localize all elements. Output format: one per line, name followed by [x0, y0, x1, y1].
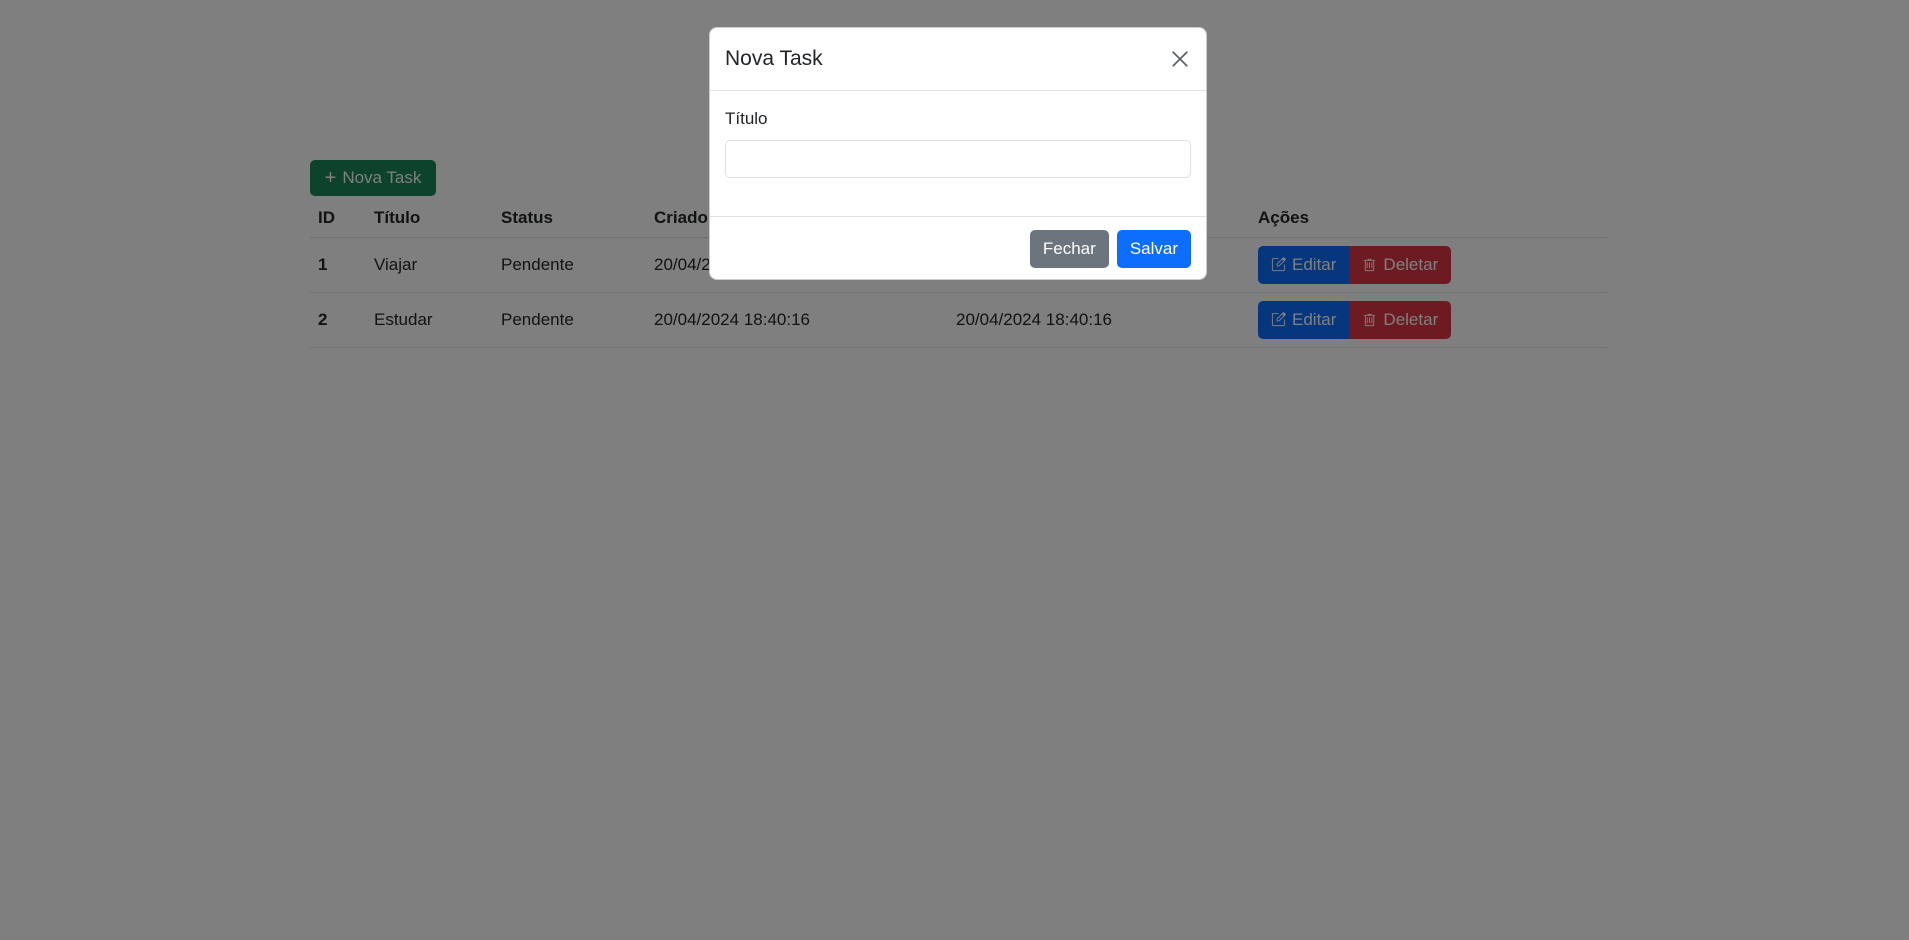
modal-header: Nova Task	[710, 28, 1206, 91]
modal-body: Título	[710, 91, 1206, 216]
save-button[interactable]: Salvar	[1116, 229, 1191, 268]
modal-title: Nova Task	[725, 47, 823, 70]
close-button[interactable]: Fechar	[1029, 229, 1109, 268]
new-task-modal: Nova Task Título Fechar Salvar	[709, 27, 1207, 280]
title-field-label: Título	[725, 109, 768, 128]
close-icon	[1172, 51, 1188, 67]
modal-close-button[interactable]	[1169, 48, 1191, 70]
modal-footer: Fechar Salvar	[710, 216, 1206, 280]
title-input[interactable]	[725, 140, 1191, 178]
